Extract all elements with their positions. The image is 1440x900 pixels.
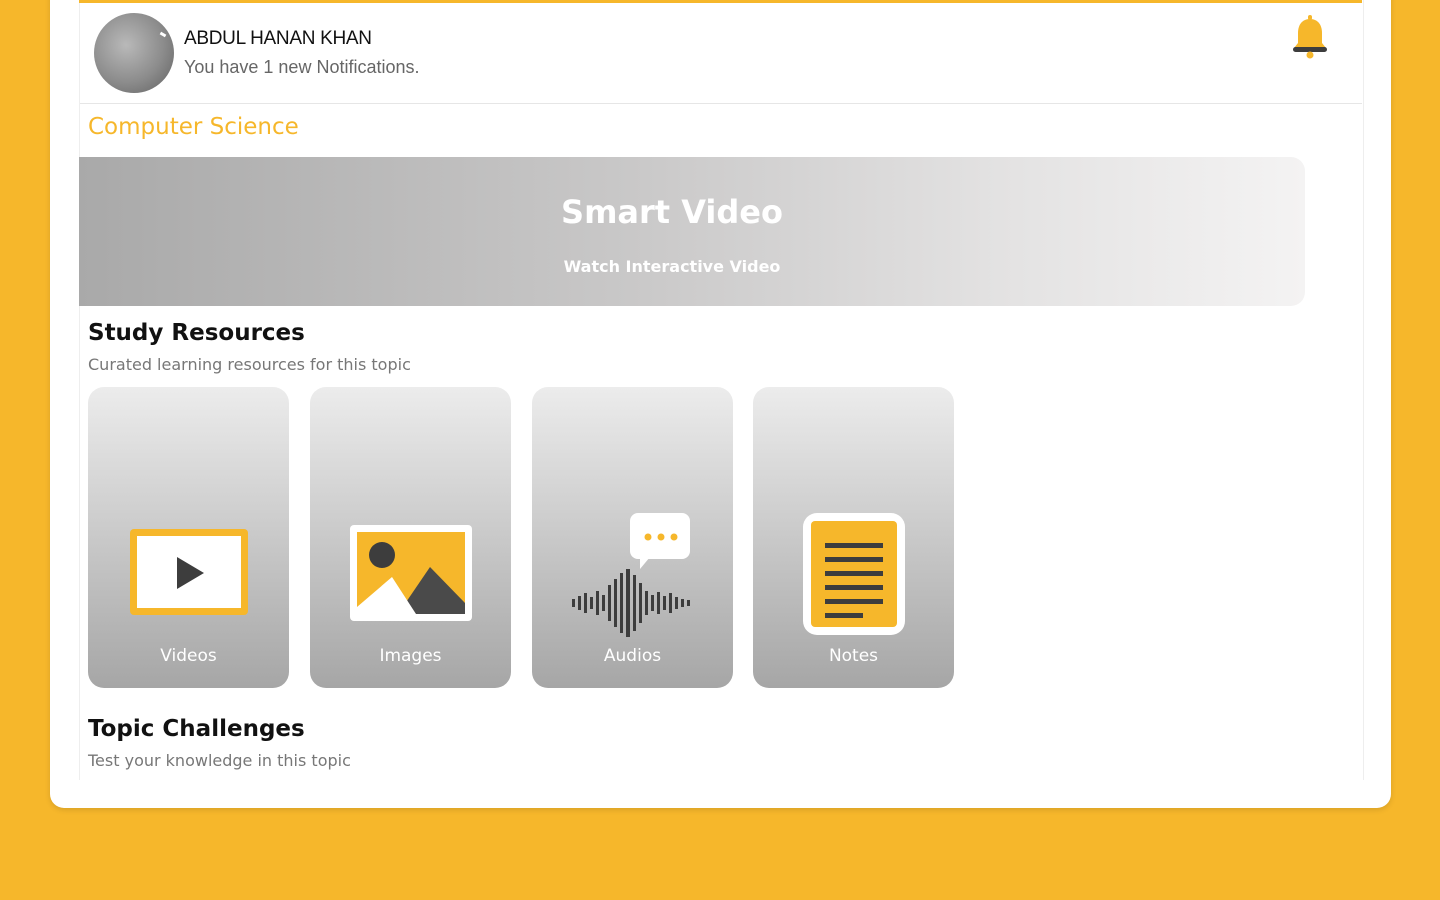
resource-card-videos[interactable]: Videos [88, 387, 289, 688]
smart-video-banner[interactable]: Smart Video Watch Interactive Video [79, 157, 1305, 306]
study-resources-title: Study Resources [88, 320, 305, 346]
study-resources-subtitle: Curated learning resources for this topi… [88, 355, 411, 374]
bell-icon[interactable] [1286, 13, 1334, 61]
notification-text: You have 1 new Notifications. [184, 57, 420, 77]
subject-title: Computer Science [88, 114, 299, 140]
profile-header: ABDUL HANAN KHAN You have 1 new Notifica… [80, 3, 1362, 104]
resource-card-audios[interactable]: Audios [532, 387, 733, 688]
resource-card-images[interactable]: Images [310, 387, 511, 688]
resource-label-videos: Videos [160, 646, 217, 666]
audio-wave-icon [572, 513, 690, 637]
user-name: ABDUL HANAN KHAN [184, 28, 372, 49]
resource-card-notes[interactable]: Notes [753, 387, 954, 688]
resource-label-audios: Audios [603, 646, 662, 666]
image-icon [350, 525, 472, 621]
avatar[interactable] [94, 13, 174, 93]
topic-challenges-title: Topic Challenges [88, 716, 305, 742]
resource-label-notes: Notes [828, 646, 879, 666]
notes-icon [803, 513, 905, 635]
banner-title: Smart Video [561, 193, 783, 231]
banner-subtitle: Watch Interactive Video [563, 257, 781, 276]
topic-challenges-subtitle: Test your knowledge in this topic [88, 751, 351, 770]
resource-label-images: Images [379, 646, 442, 666]
video-play-icon [130, 529, 248, 615]
